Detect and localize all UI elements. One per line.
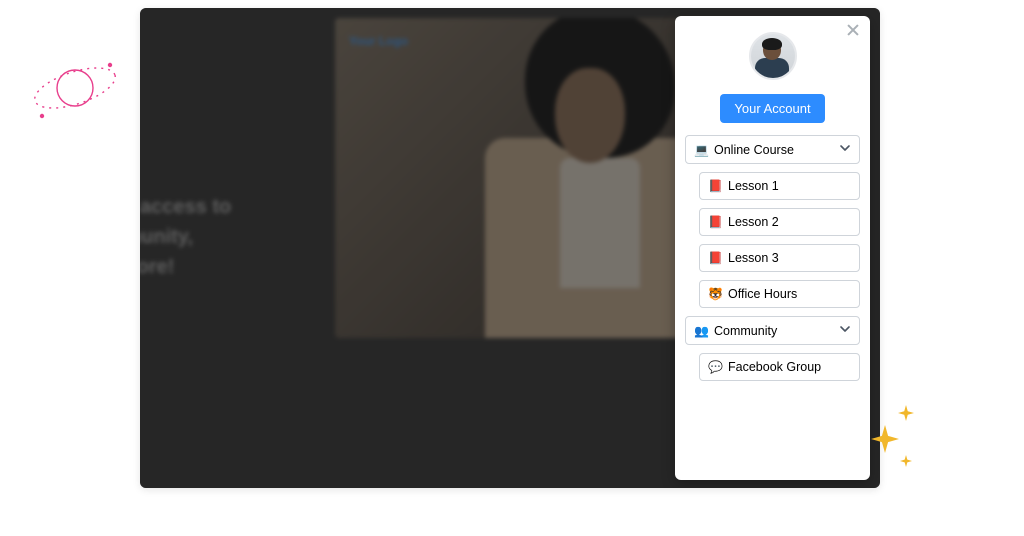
- group-label: Community: [714, 324, 777, 338]
- tiger-icon: 🐯: [708, 287, 722, 301]
- chat-icon: 💬: [708, 360, 722, 374]
- close-icon[interactable]: [844, 22, 862, 40]
- sparkle-icon: [900, 455, 912, 467]
- lesson-item-2[interactable]: 📕 Lesson 2: [699, 208, 860, 236]
- your-account-button[interactable]: Your Account: [720, 94, 824, 123]
- people-icon: 👥: [694, 324, 708, 338]
- lesson-item-1[interactable]: 📕 Lesson 1: [699, 172, 860, 200]
- monitor-icon: 💻: [694, 143, 708, 157]
- app-preview-window: he ce y to sell access to s, community, …: [140, 8, 880, 488]
- lesson-label: Lesson 1: [728, 179, 779, 193]
- account-side-panel: Your Account 💻 Online Course 📕 Lesson 1 …: [675, 16, 870, 480]
- group-label: Online Course: [714, 143, 794, 157]
- chevron-down-icon: [839, 323, 851, 338]
- book-icon: 📕: [708, 215, 722, 229]
- group-community[interactable]: 👥 Community: [685, 316, 860, 345]
- planet-decoration: [20, 30, 140, 150]
- facebook-group-item[interactable]: 💬 Facebook Group: [699, 353, 860, 381]
- avatar[interactable]: [749, 32, 797, 80]
- chevron-down-icon: [839, 142, 851, 157]
- office-hours-item[interactable]: 🐯 Office Hours: [699, 280, 860, 308]
- book-icon: 📕: [708, 251, 722, 265]
- sparkle-icon: [898, 405, 914, 421]
- lesson-label: Office Hours: [728, 287, 797, 301]
- group-online-course[interactable]: 💻 Online Course: [685, 135, 860, 164]
- lesson-item-3[interactable]: 📕 Lesson 3: [699, 244, 860, 272]
- community-item-label: Facebook Group: [728, 360, 821, 374]
- lesson-label: Lesson 3: [728, 251, 779, 265]
- lesson-label: Lesson 2: [728, 215, 779, 229]
- book-icon: 📕: [708, 179, 722, 193]
